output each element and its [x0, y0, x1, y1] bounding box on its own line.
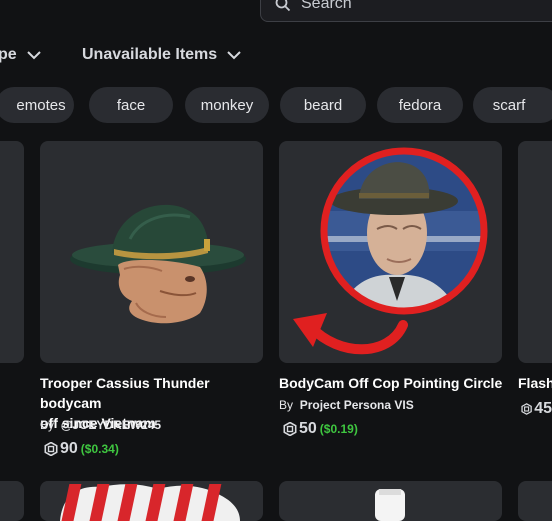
item-thumbnail-bottom-partial-right[interactable] — [518, 481, 552, 521]
chip-label: fedora — [398, 96, 442, 114]
chip-label: scarf — [492, 96, 526, 114]
item-thumbnail-partial-left[interactable] — [0, 141, 24, 363]
unavailable-items-dropdown[interactable]: Unavailable Items — [82, 46, 241, 64]
item-title[interactable]: Flash — [518, 373, 552, 393]
item-title-line: Trooper Cassius Thunder bodycam — [40, 375, 210, 411]
item-price: 45 — [521, 400, 552, 418]
item-price: 50 ($0.19) — [283, 420, 358, 438]
chip-emotes[interactable]: emotes — [0, 87, 74, 123]
item-title[interactable]: BodyCam Off Cop Pointing Circle — [279, 373, 519, 393]
search-bar[interactable]: Search — [260, 0, 552, 22]
price-value: 90 — [60, 440, 78, 457]
chip-fedora[interactable]: fedora — [377, 87, 463, 123]
robux-icon — [283, 422, 297, 436]
chip-label: monkey — [200, 96, 254, 114]
by-label: By — [40, 418, 55, 432]
item-thumbnail-partial-right[interactable] — [518, 141, 552, 363]
item-thumbnail-bottom-partial[interactable] — [0, 481, 24, 521]
robux-icon — [521, 403, 532, 415]
unavailable-items-label: Unavailable Items — [82, 46, 218, 63]
price-usd: ($0.34) — [80, 442, 119, 456]
by-label: By — [279, 398, 294, 412]
chip-scarf[interactable]: scarf — [473, 87, 552, 123]
item-price: 90 ($0.34) — [44, 440, 119, 458]
creator-name: Project Persona VIS — [299, 398, 414, 412]
item-thumbnail-bodycam-circle[interactable] — [279, 141, 502, 363]
chevron-down-icon — [26, 50, 41, 59]
price-value: 50 — [299, 420, 317, 437]
robux-icon — [44, 442, 58, 456]
search-icon — [275, 0, 291, 12]
chip-monkey[interactable]: monkey — [185, 87, 269, 123]
chip-label: emotes — [16, 96, 66, 114]
item-title-line: BodyCam Off Cop Pointing Circle — [279, 375, 503, 391]
creator-name: @JOEYDREW245 — [60, 418, 162, 432]
item-creator[interactable]: By Project Persona VIS — [279, 398, 414, 412]
item-thumbnail-striped-hat[interactable] — [40, 481, 263, 521]
price-usd: ($0.19) — [319, 422, 358, 436]
item-thumbnail-white-object[interactable] — [279, 481, 502, 521]
search-placeholder: Search — [301, 0, 352, 12]
price-value: 45 — [534, 400, 552, 417]
item-title-line: Flash — [518, 375, 552, 391]
chevron-down-icon — [227, 50, 241, 59]
trooper-head-image — [70, 204, 246, 324]
chip-label: beard — [303, 96, 343, 114]
item-thumbnail-trooper-hat[interactable] — [40, 141, 263, 363]
type-filter-label: pe — [0, 46, 17, 63]
striped-hat-image — [40, 481, 263, 521]
white-object-image — [375, 489, 405, 521]
chip-face[interactable]: face — [89, 87, 173, 123]
item-creator[interactable]: By @JOEYDREW245 — [40, 418, 161, 432]
chip-beard[interactable]: beard — [280, 87, 366, 123]
cop-pointing-circle-image — [293, 147, 488, 355]
type-filter-dropdown[interactable]: pe — [0, 46, 41, 64]
chip-label: face — [116, 96, 146, 114]
